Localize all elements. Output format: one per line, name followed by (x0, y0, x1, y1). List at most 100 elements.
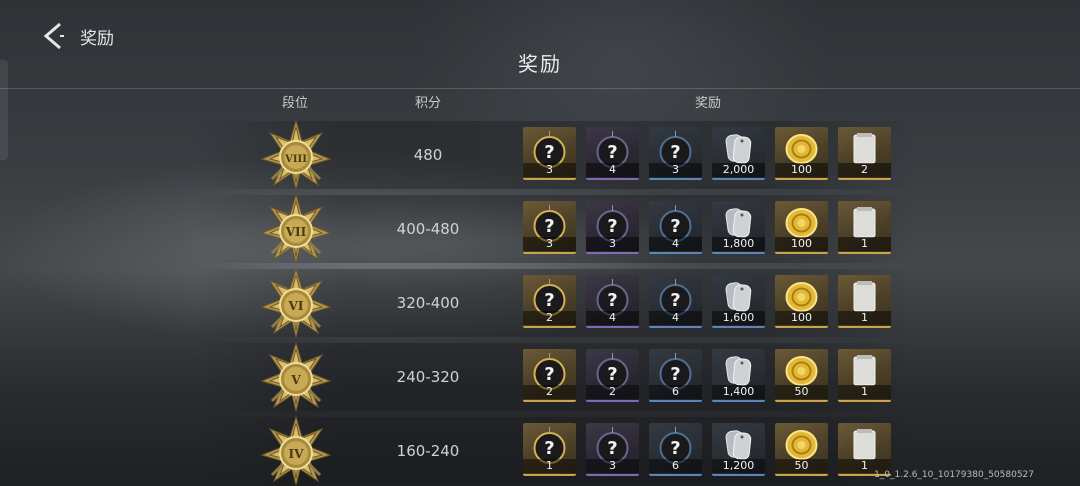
reward-row: V 240-320 ? 2 ? 2 ? 6 1,400 50 1 (195, 340, 915, 414)
reward-item[interactable]: 100 (775, 201, 828, 254)
reward-quantity: 100 (775, 311, 828, 325)
reward-item[interactable]: 1,600 (712, 275, 765, 328)
reward-item[interactable]: ? 2 (523, 275, 576, 328)
rank-numeral: IV (289, 447, 305, 461)
column-header-reward: 奖励 (694, 96, 722, 111)
reward-quantity: 2 (523, 311, 576, 325)
reward-items: ? 3 ? 3 ? 4 1,800 100 1 (523, 201, 891, 254)
reward-row: VII 400-480 ? 3 ? 3 ? 4 1,800 100 1 (195, 192, 915, 266)
rank-numeral: VII (285, 225, 307, 239)
reward-item[interactable]: ? 2 (586, 349, 639, 402)
reward-item[interactable]: ? 3 (586, 423, 639, 476)
reward-quantity: 2 (838, 163, 891, 177)
page-title: 奖励 (518, 52, 562, 76)
reward-quantity: 1 (838, 311, 891, 325)
reward-item[interactable]: ? 3 (649, 127, 702, 180)
reward-items: ? 2 ? 2 ? 6 1,400 50 1 (523, 349, 891, 402)
table-header: 段位 积分 奖励 (0, 92, 1080, 112)
reward-item[interactable]: ? 3 (523, 127, 576, 180)
rank-medal-icon: VI (260, 267, 332, 339)
reward-item[interactable]: 1 (838, 275, 891, 328)
reward-quantity: 2 (523, 385, 576, 399)
reward-items: ? 1 ? 3 ? 6 1,200 50 1 (523, 423, 891, 476)
back-label: 奖励 (80, 28, 114, 49)
svg-text:?: ? (544, 216, 554, 237)
reward-item[interactable]: ? 4 (586, 127, 639, 180)
reward-item[interactable]: 100 (775, 127, 828, 180)
score-range: 320-400 (396, 294, 460, 312)
reward-quantity: 50 (775, 459, 828, 473)
reward-row: VIII 480 ? 3 ? 4 ? 3 2,000 100 2 (195, 118, 915, 192)
svg-text:?: ? (607, 364, 617, 385)
score-range: 240-320 (396, 368, 460, 386)
rank-medal-icon: IV (260, 415, 332, 486)
reward-quantity: 4 (586, 163, 639, 177)
reward-row: VI 320-400 ? 2 ? 4 ? 4 1,600 100 1 (195, 266, 915, 340)
score-range: 480 (413, 146, 443, 164)
reward-item[interactable]: 1 (838, 201, 891, 254)
reward-quantity: 4 (586, 311, 639, 325)
svg-text:?: ? (544, 438, 554, 459)
svg-text:?: ? (670, 216, 680, 237)
reward-quantity: 6 (649, 385, 702, 399)
reward-quantity: 2,000 (712, 163, 765, 177)
column-header-score: 积分 (414, 96, 442, 111)
svg-text:?: ? (670, 438, 680, 459)
reward-item[interactable]: 1,400 (712, 349, 765, 402)
reward-quantity: 1 (523, 459, 576, 473)
reward-quantity: 1,400 (712, 385, 765, 399)
score-range: 160-240 (396, 442, 460, 460)
svg-text:?: ? (607, 438, 617, 459)
header-divider (0, 88, 1080, 89)
reward-quantity: 50 (775, 385, 828, 399)
reward-items: ? 3 ? 4 ? 3 2,000 100 2 (523, 127, 891, 180)
score-range: 400-480 (396, 220, 460, 238)
reward-quantity: 100 (775, 163, 828, 177)
reward-item[interactable]: 2,000 (712, 127, 765, 180)
reward-item[interactable]: ? 6 (649, 349, 702, 402)
reward-item[interactable]: ? 6 (649, 423, 702, 476)
reward-item[interactable]: ? 4 (649, 201, 702, 254)
reward-item[interactable]: 1 (838, 349, 891, 402)
reward-item[interactable]: ? 1 (523, 423, 576, 476)
rank-medal-icon: VII (260, 193, 332, 265)
rank-medal-icon: VIII (260, 119, 332, 191)
reward-quantity: 3 (649, 163, 702, 177)
reward-quantity: 4 (649, 237, 702, 251)
reward-item[interactable]: 100 (775, 275, 828, 328)
reward-item[interactable]: 50 (775, 349, 828, 402)
svg-text:?: ? (670, 290, 680, 311)
reward-item[interactable]: ? 3 (523, 201, 576, 254)
reward-quantity: 3 (523, 237, 576, 251)
svg-text:?: ? (670, 142, 680, 163)
reward-quantity: 100 (775, 237, 828, 251)
reward-item[interactable]: 50 (775, 423, 828, 476)
reward-items: ? 2 ? 4 ? 4 1,600 100 1 (523, 275, 891, 328)
svg-text:?: ? (544, 142, 554, 163)
reward-quantity: 3 (523, 163, 576, 177)
reward-item[interactable]: 1,200 (712, 423, 765, 476)
reward-quantity: 2 (586, 385, 639, 399)
svg-text:?: ? (607, 216, 617, 237)
reward-quantity: 1,200 (712, 459, 765, 473)
reward-item[interactable]: ? 4 (649, 275, 702, 328)
reward-quantity: 1 (838, 237, 891, 251)
svg-text:?: ? (670, 364, 680, 385)
reward-quantity: 1,600 (712, 311, 765, 325)
rank-numeral: VIII (284, 154, 307, 165)
svg-text:?: ? (607, 142, 617, 163)
svg-text:?: ? (544, 364, 554, 385)
reward-item[interactable]: 1,800 (712, 201, 765, 254)
reward-item[interactable]: 1 (838, 423, 891, 476)
version-string: 1_0_1.2.6_10_10179380_50580527 (874, 470, 1034, 480)
reward-item[interactable]: ? 4 (586, 275, 639, 328)
rank-numeral: V (290, 373, 301, 387)
svg-text:?: ? (607, 290, 617, 311)
reward-item[interactable]: ? 3 (586, 201, 639, 254)
rank-numeral: VI (288, 299, 304, 313)
rank-medal-icon: V (260, 341, 332, 413)
svg-text:?: ? (544, 290, 554, 311)
reward-table: VIII 480 ? 3 ? 4 ? 3 2,000 100 2 VII 400… (195, 118, 915, 486)
reward-item[interactable]: ? 2 (523, 349, 576, 402)
reward-item[interactable]: 2 (838, 127, 891, 180)
